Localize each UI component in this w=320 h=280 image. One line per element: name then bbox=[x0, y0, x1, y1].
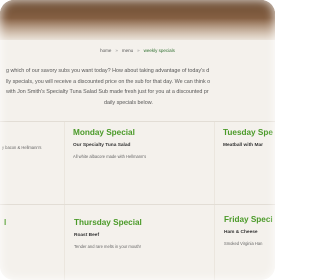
column-divider bbox=[214, 205, 215, 280]
intro-paragraph: g which of our savory subs you want toda… bbox=[6, 66, 275, 108]
special-day-title: l bbox=[4, 218, 7, 227]
special-day-title: Tuesday Spe bbox=[223, 128, 273, 137]
breadcrumb-current: weekly specials bbox=[143, 47, 175, 53]
intro-line: g which of our savory subs you want toda… bbox=[6, 68, 210, 74]
special-card-tuesday: Tuesday Spe Meatball with Mar bbox=[223, 128, 273, 148]
special-description: All white albacore made with Hellmann's bbox=[73, 154, 147, 159]
special-day-title: Friday Speci bbox=[224, 215, 273, 224]
special-card-thursday: Thursday Special Roast Beef Tender and r… bbox=[74, 218, 142, 249]
special-description: Smoked Virginia Han bbox=[224, 241, 263, 246]
breadcrumb: home » menu » weekly specials bbox=[0, 45, 275, 55]
special-description: Tender and rare melts in your mouth! bbox=[74, 244, 141, 249]
intro-line: with Jon Smith's Specialty Tuna Salad Su… bbox=[6, 89, 209, 95]
hero-fade bbox=[0, 18, 275, 40]
breadcrumb-home-link[interactable]: home bbox=[100, 48, 111, 53]
special-day-title: Monday Special bbox=[73, 128, 135, 137]
breadcrumb-menu-link[interactable]: menu bbox=[122, 48, 133, 53]
special-sub-name: Our Specialty Tuna Salad bbox=[73, 143, 131, 148]
special-sub-name: Meatball with Mar bbox=[223, 143, 263, 148]
breadcrumb-separator: » bbox=[137, 47, 140, 53]
special-sub-name: Roast Beef bbox=[74, 233, 100, 238]
section-divider bbox=[0, 204, 275, 205]
special-card-wednesday: l bbox=[4, 218, 6, 227]
special-card-friday: Friday Speci Ham & Cheese Smoked Virgini… bbox=[224, 215, 273, 246]
special-card-monday: Monday Special Our Specialty Tuna Salad … bbox=[73, 128, 146, 159]
section-divider bbox=[0, 121, 275, 122]
intro-line: lly specials, you will receive a discoun… bbox=[6, 78, 211, 85]
special-day-title: Thursday Special bbox=[74, 218, 142, 227]
column-divider bbox=[64, 122, 65, 204]
special-description: y bacon & Hellmann's bbox=[2, 145, 42, 150]
breadcrumb-separator: » bbox=[115, 47, 118, 53]
intro-line: daily specials below. bbox=[104, 99, 153, 106]
special-card-sunday: y bacon & Hellmann's bbox=[2, 145, 41, 150]
column-divider bbox=[64, 205, 65, 280]
column-divider bbox=[214, 122, 215, 204]
page-frame: home » menu » weekly specials g which of… bbox=[0, 0, 275, 280]
special-sub-name: Ham & Cheese bbox=[224, 230, 258, 235]
